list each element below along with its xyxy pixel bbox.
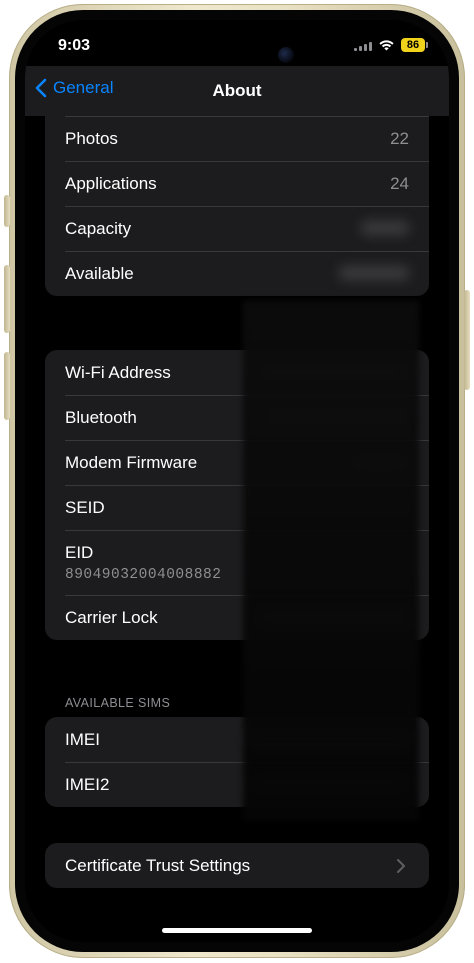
row-available: Available xyxy=(45,251,429,296)
redaction-overlay xyxy=(243,301,419,821)
row-label: Certificate Trust Settings xyxy=(65,855,251,875)
camera-icon xyxy=(278,47,294,63)
status-indicators: 86 xyxy=(354,38,428,52)
cellular-signal-icon xyxy=(354,40,372,51)
row-capacity: Capacity xyxy=(45,206,429,251)
row-label: Carrier Lock xyxy=(65,607,158,627)
row-label: Available xyxy=(65,263,134,283)
storage-group: Photos 22 Applications 24 Capacity Avail… xyxy=(45,102,429,296)
status-time: 9:03 xyxy=(58,37,91,54)
row-applications: Applications 24 xyxy=(45,161,429,206)
row-value: 22 xyxy=(390,128,409,148)
section-header-available-sims: AVAILABLE SIMS xyxy=(65,696,171,710)
action-button xyxy=(4,195,10,227)
page-title: About xyxy=(212,81,262,100)
battery-icon: 86 xyxy=(401,38,428,52)
row-label: Modem Firmware xyxy=(65,452,198,472)
screen: 9:03 86 General About Photos 22 Applicat… xyxy=(25,20,449,942)
settings-list[interactable]: Photos 22 Applications 24 Capacity Avail… xyxy=(25,102,449,942)
volume-down-button xyxy=(4,352,10,420)
row-label: EID xyxy=(65,542,94,562)
row-label: IMEI xyxy=(65,729,100,749)
row-label: Wi-Fi Address xyxy=(65,362,171,382)
row-photos: Photos 22 xyxy=(45,116,429,161)
row-label: IMEI2 xyxy=(65,774,110,794)
home-indicator[interactable] xyxy=(162,928,312,933)
certificate-group: Certificate Trust Settings xyxy=(45,843,429,888)
row-label: Applications xyxy=(65,173,157,193)
redacted-value xyxy=(361,221,409,235)
list-item xyxy=(45,102,429,116)
volume-up-button xyxy=(4,265,10,333)
wifi-icon xyxy=(379,40,394,51)
chevron-right-icon xyxy=(397,858,405,873)
row-value: 24 xyxy=(390,173,409,193)
eid-value: 89049032004008882 xyxy=(65,566,222,583)
row-label: Photos xyxy=(65,128,118,148)
row-label: SEID xyxy=(65,497,105,517)
certificate-trust-settings-row[interactable]: Certificate Trust Settings xyxy=(45,843,429,888)
power-button xyxy=(464,290,470,390)
redacted-value xyxy=(339,266,409,280)
row-label: Bluetooth xyxy=(65,407,137,427)
row-label: Capacity xyxy=(65,218,132,238)
